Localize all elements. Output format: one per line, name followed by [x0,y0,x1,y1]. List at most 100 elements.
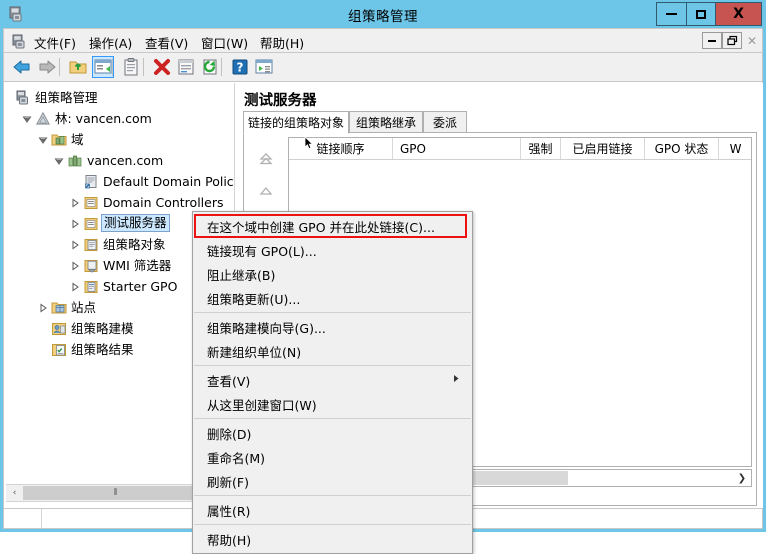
menu-properties[interactable]: 属性(R) [193,498,472,522]
tree-item-label: Starter GPO [103,278,178,294]
properties-clipboard-icon[interactable] [121,57,141,77]
chevron-collapsed-icon[interactable] [69,197,81,209]
menu-delete[interactable]: 删除(D) [193,421,472,445]
forward-icon[interactable] [37,57,57,77]
delete-icon[interactable] [152,57,172,77]
column-enforced[interactable]: 强制 [521,138,561,159]
title-bar: 组策略管理 X [0,0,766,28]
menu-help[interactable]: 帮助(H) [193,527,472,551]
sites-icon [51,300,67,316]
tree-item-label: Default Domain Policy [103,173,235,189]
mdi-minimize-button[interactable] [702,32,722,49]
minimize-icon [666,13,677,15]
menu-bar: 文件(F) 操作(A) 查看(V) 窗口(W) 帮助(H) ✕ [3,28,763,53]
scroll-right-icon[interactable]: ❯ [734,471,750,485]
chevron-collapsed-icon[interactable] [69,260,81,272]
mdi-close-button[interactable]: ✕ [742,32,762,49]
context-menu: 在这个域中创建 GPO 并在此处链接(C)... 链接现有 GPO(L)... … [192,211,473,554]
gpo-folder-icon [83,237,99,253]
group-policy-management-window: 组策略管理 X 文件(F) 操作(A) 查看(V) 窗口(W) 帮助(H) ✕ … [0,0,766,554]
scroll-left-icon[interactable]: ‹ [6,485,23,501]
chevron-collapsed-icon[interactable] [69,218,81,230]
menu-create-gpo-and-link[interactable]: 在这个域中创建 GPO 并在此处链接(C)... [193,214,472,238]
back-icon[interactable] [12,57,32,77]
toolbar-separator [221,58,222,76]
tab-delegation[interactable]: 委派 [423,111,467,133]
menu-refresh[interactable]: 刷新(F) [193,469,472,493]
starter-gpo-icon [83,279,99,295]
maximize-icon [696,9,706,19]
ou-icon [83,195,99,211]
menu-window[interactable]: 窗口(W) [201,33,248,51]
menu-new-window-from-here[interactable]: 从这里创建窗口(W) [193,392,472,416]
window-minimize-button[interactable] [656,2,686,26]
menu-separator [194,312,471,313]
chevron-expanded-icon[interactable] [21,113,33,125]
menu-new-ou[interactable]: 新建组织单位(N) [193,339,472,363]
toolbar-separator [112,58,113,76]
chevron-expanded-icon[interactable] [37,134,49,146]
tab-linked-gpos[interactable]: 链接的组策略对象 [243,111,349,134]
console-small-icon [11,33,28,50]
status-cell-1 [4,509,42,528]
report-icon[interactable] [176,57,196,77]
menu-gp-modeling-wizard[interactable]: 组策略建模向导(G)... [193,315,472,339]
toolbar-separator [143,58,144,76]
menu-view[interactable]: 查看(V) [193,368,472,392]
up-folder-icon[interactable] [68,57,88,77]
console-root-icon [15,90,31,106]
menu-file[interactable]: 文件(F) [34,33,76,51]
chevron-collapsed-icon[interactable] [37,302,49,314]
window-title: 组策略管理 [348,9,418,25]
menu-view[interactable]: 查看(V) [145,33,188,51]
menu-separator [194,524,471,525]
menu-block-inheritance[interactable]: 阻止继承(B) [193,262,472,286]
window-close-button[interactable]: X [716,2,762,26]
tree-item-label: 测试服务器 [101,214,170,232]
scrollbar-thumb[interactable]: ⦀ [23,486,209,500]
help-icon[interactable]: ? [230,57,250,77]
mdi-minimize-icon [708,39,716,42]
menu-view-label: 查看(V) [207,373,251,389]
column-gpo[interactable]: GPO [393,138,521,159]
menu-help[interactable]: 帮助(H) [260,33,304,51]
tab-gp-inheritance[interactable]: 组策略继承 [349,111,423,133]
column-link-enabled[interactable]: 已启用链接 [561,138,645,159]
menu-link-existing-gpo[interactable]: 链接现有 GPO(L)... [193,238,472,262]
chevron-collapsed-icon[interactable] [69,281,81,293]
forest-icon [35,111,51,127]
link-order-buttons [254,147,280,203]
tabstrip: 链接的组策略对象 组策略继承 委派 [243,111,757,134]
tree-item-label: 组策略建模 [71,320,134,336]
domains-folder-icon [51,132,67,148]
list-column-headers: 链接顺序 GPO 强制 已启用链接 GPO 状态 W [289,138,751,160]
column-wmi-filter[interactable]: W [719,138,751,159]
tree-item-label: 站点 [71,299,97,315]
chevron-expanded-icon[interactable] [53,155,65,167]
export-list-icon[interactable] [254,57,274,77]
domain-icon [67,153,83,169]
tree-item-label: 组策略管理 [35,89,98,105]
chevron-collapsed-icon[interactable] [69,239,81,251]
menu-action[interactable]: 操作(A) [89,33,132,51]
toolbar-separator [59,58,60,76]
tree-item-label: 组策略结果 [71,341,134,357]
tree-item-label: Domain Controllers [103,194,224,210]
column-link-order[interactable]: 链接顺序 [289,138,393,159]
menu-separator [194,495,471,496]
svg-text:?: ? [237,61,244,75]
submenu-arrow-icon [452,374,460,386]
window-maximize-button[interactable] [686,2,716,26]
mdi-restore-button[interactable] [722,32,742,49]
tree-item-label: WMI 筛选器 [103,257,172,273]
show-hide-tree-icon[interactable] [92,56,114,78]
refresh-icon[interactable] [200,57,220,77]
column-gpo-status[interactable]: GPO 状态 [645,138,719,159]
menu-separator [194,365,471,366]
menu-group-policy-update[interactable]: 组策略更新(U)... [193,286,472,310]
ou-icon [83,216,99,232]
menu-rename[interactable]: 重命名(M) [193,445,472,469]
results-icon [51,342,67,358]
move-up-button[interactable] [254,179,278,203]
move-to-top-button[interactable] [254,147,278,171]
